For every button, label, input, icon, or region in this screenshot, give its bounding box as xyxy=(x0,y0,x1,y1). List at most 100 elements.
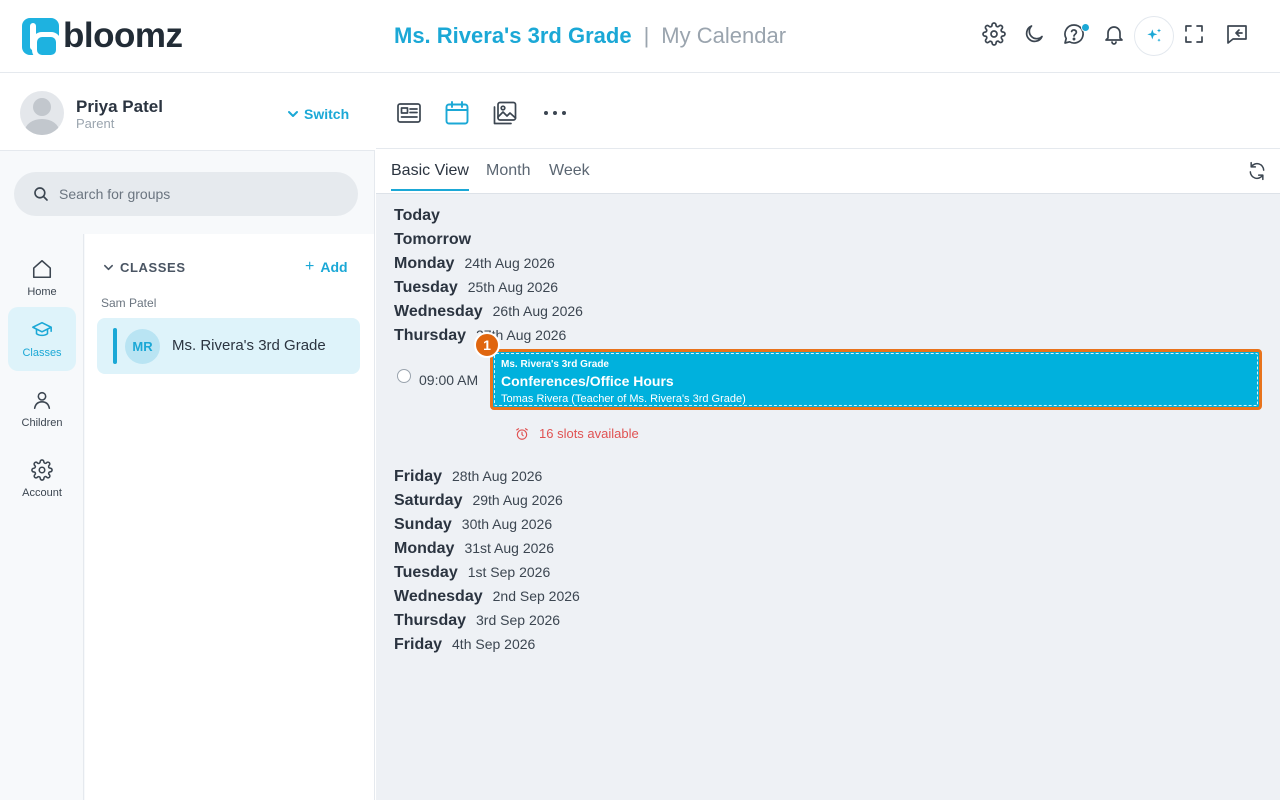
day-date: 29th Aug 2026 xyxy=(472,492,563,508)
day-name: Today xyxy=(394,207,440,224)
group-owner-label: Sam Patel xyxy=(101,296,157,310)
day-date: 25th Aug 2026 xyxy=(467,279,559,295)
bell-icon[interactable] xyxy=(1102,22,1126,46)
gear-icon xyxy=(31,459,53,481)
add-label: Add xyxy=(320,259,348,275)
day-row: Friday 28th Aug 2026 xyxy=(394,468,542,486)
nav-item-classes[interactable]: Classes xyxy=(8,307,76,371)
nav-label-home: Home xyxy=(27,286,57,298)
switch-button[interactable]: Switch xyxy=(287,106,349,122)
day-name: Thursday xyxy=(394,612,467,629)
switch-label: Switch xyxy=(304,106,350,122)
groups-panel: CLASSES + Add Sam Patel MR Ms. Rivera's … xyxy=(85,234,374,800)
day-name: Tuesday xyxy=(394,279,458,296)
tab-week[interactable]: Week xyxy=(549,162,590,189)
avatar[interactable] xyxy=(20,91,64,135)
classes-section-label: CLASSES xyxy=(120,260,186,275)
day-row: Friday 4th Sep 2026 xyxy=(394,636,535,654)
more-icon[interactable] xyxy=(542,100,568,126)
bloomz-logo[interactable]: bloomz xyxy=(22,17,183,60)
alarm-clock-icon xyxy=(516,427,528,440)
ai-assistant-button[interactable] xyxy=(1134,16,1174,56)
add-class-button[interactable]: + Add xyxy=(305,258,348,276)
fullscreen-icon[interactable] xyxy=(1182,22,1206,46)
refresh-icon[interactable] xyxy=(1247,161,1267,181)
nav-item-home[interactable]: Home xyxy=(8,246,76,310)
group-avatar: MR xyxy=(125,329,160,364)
day-date: 3rd Sep 2026 xyxy=(476,612,561,628)
gear-icon[interactable] xyxy=(982,22,1006,46)
event-title: Conferences/Office Hours xyxy=(501,373,674,389)
profile-name: Priya Patel xyxy=(76,97,163,116)
day-date: 31st Aug 2026 xyxy=(464,540,554,556)
nav-label-account: Account xyxy=(22,487,62,499)
day-row: Monday 31st Aug 2026 xyxy=(394,540,554,558)
calendar-icon[interactable] xyxy=(444,100,470,126)
nav-item-children[interactable]: Children xyxy=(8,377,76,441)
nav-item-account[interactable]: Account xyxy=(8,447,76,511)
chevron-down-icon xyxy=(104,264,113,271)
day-name: Friday xyxy=(394,636,443,653)
day-name: Tuesday xyxy=(394,564,458,581)
day-name: Tomorrow xyxy=(394,231,472,248)
event-rsvp-radio[interactable] xyxy=(397,369,411,383)
nav-label-children: Children xyxy=(21,417,63,429)
day-row: Tuesday 25th Aug 2026 xyxy=(394,279,558,297)
classes-section-toggle[interactable]: CLASSES xyxy=(103,260,186,275)
day-row: Wednesday 2nd Sep 2026 xyxy=(394,588,580,606)
day-date: 26th Aug 2026 xyxy=(492,303,583,319)
day-name: Monday xyxy=(394,255,455,272)
day-name: Saturday xyxy=(394,492,463,509)
sparkle-icon xyxy=(1147,28,1162,42)
event-group: Ms. Rivera's 3rd Grade xyxy=(501,359,609,370)
sidebar: Priya Patel Parent Switch Home Classes C… xyxy=(0,73,375,800)
day-date: 4th Sep 2026 xyxy=(452,636,536,652)
help-notification-dot xyxy=(1081,23,1090,32)
day-date: 28th Aug 2026 xyxy=(452,468,543,484)
primary-nav: Home Classes Children Account xyxy=(0,234,84,800)
plus-icon: + xyxy=(305,258,315,275)
search-input[interactable] xyxy=(59,186,319,202)
tab-basic-view[interactable]: Basic View xyxy=(391,162,469,191)
day-row: Tomorrow xyxy=(394,231,471,249)
event-card[interactable]: Ms. Rivera's 3rd Grade Conferences/Offic… xyxy=(490,349,1262,410)
home-icon xyxy=(32,259,52,279)
day-row: Today xyxy=(394,207,440,225)
profile-header: Priya Patel Parent Switch xyxy=(0,73,375,151)
group-item-ms-rivera[interactable]: MR Ms. Rivera's 3rd Grade xyxy=(97,318,360,374)
group-title: Ms. Rivera's 3rd Grade xyxy=(394,23,632,48)
profile-role: Parent xyxy=(76,116,115,131)
day-date: 2nd Sep 2026 xyxy=(492,588,580,604)
page-title: Ms. Rivera's 3rd Grade | My Calendar xyxy=(394,22,786,50)
nav-label-classes: Classes xyxy=(22,347,62,359)
moon-icon[interactable] xyxy=(1022,22,1046,46)
group-name: Ms. Rivera's 3rd Grade xyxy=(172,337,326,354)
step-badge: 1 xyxy=(474,332,500,358)
logo-mark-icon xyxy=(22,17,61,60)
day-date: 1st Sep 2026 xyxy=(467,564,551,580)
day-row: Wednesday 26th Aug 2026 xyxy=(394,303,583,321)
top-bar: bloomz Ms. Rivera's 3rd Grade | My Calen… xyxy=(0,0,1280,73)
title-separator: | xyxy=(643,23,650,48)
day-date: 30th Aug 2026 xyxy=(461,516,553,532)
day-name: Monday xyxy=(394,540,455,557)
page-subtitle: My Calendar xyxy=(661,23,787,48)
day-row: Saturday 29th Aug 2026 xyxy=(394,492,563,510)
message-back-icon[interactable] xyxy=(1225,22,1249,46)
news-icon[interactable] xyxy=(396,100,422,126)
day-name: Wednesday xyxy=(394,303,483,320)
active-indicator xyxy=(113,328,117,364)
day-name: Friday xyxy=(394,468,443,485)
day-name: Sunday xyxy=(394,516,452,533)
group-toolbar xyxy=(376,73,1280,149)
tab-month[interactable]: Month xyxy=(486,162,530,189)
day-row: Sunday 30th Aug 2026 xyxy=(394,516,552,534)
day-row: Tuesday 1st Sep 2026 xyxy=(394,564,550,582)
slots-available[interactable]: 16 slots available xyxy=(515,426,639,441)
day-name: Thursday xyxy=(394,327,467,344)
photos-icon[interactable] xyxy=(492,100,518,126)
search-icon xyxy=(34,187,48,201)
day-date: 24th Aug 2026 xyxy=(464,255,555,271)
event-time: 09:00 AM xyxy=(419,372,479,388)
graduation-cap-icon xyxy=(32,321,52,337)
